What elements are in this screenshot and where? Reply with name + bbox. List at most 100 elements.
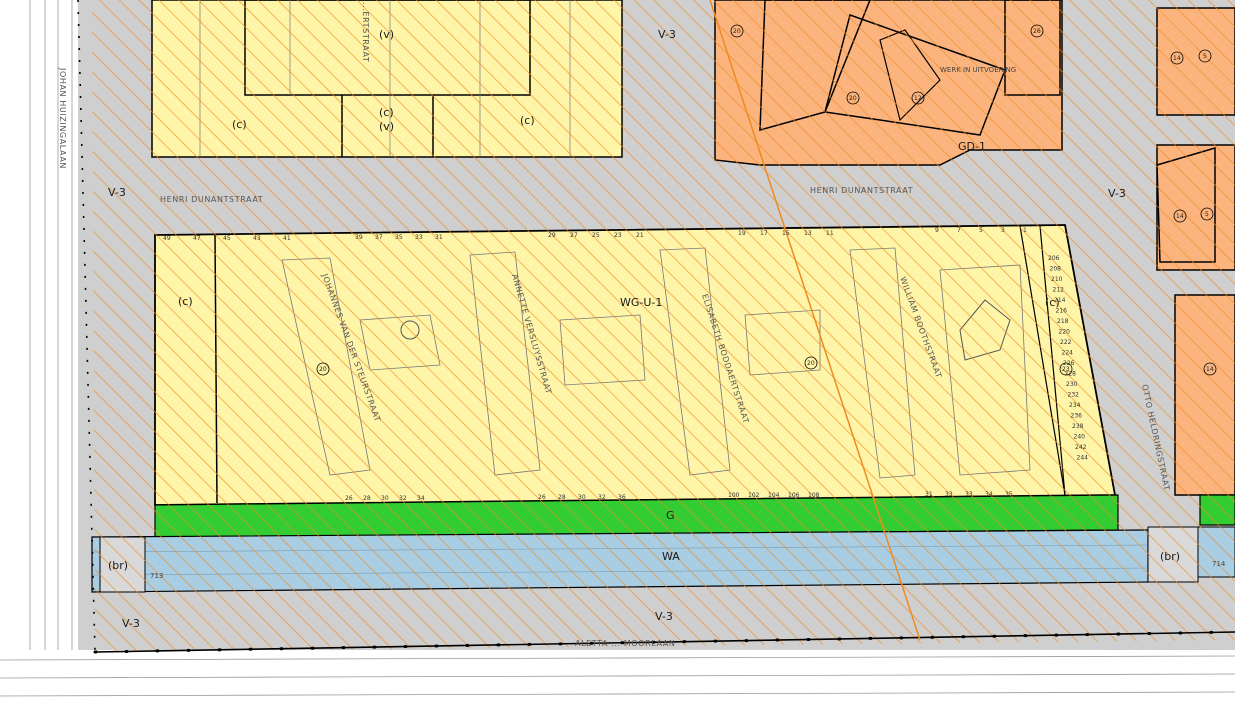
house-number: 236 [1071,413,1083,420]
house-number: 232 [1068,392,1080,399]
house-number: 5 [979,227,983,234]
zone-label-v-1: (v) [379,28,394,41]
house-number: 106 [788,492,800,499]
house-number: 230 [1066,381,1078,388]
house-number: 21 [636,232,644,239]
circle-top-4: 12 [914,95,922,102]
house-number: 39 [355,234,363,241]
zone-label-br-east: (br) [1160,550,1180,563]
zone-label-v-2: (v) [379,120,394,133]
house-number: 100 [728,492,740,499]
zone-label-v3-right: V-3 [1108,187,1126,200]
label-johan-huizinga: JOHAN HUIZINGALAAN [58,67,67,169]
house-number: 25 [592,232,600,239]
house-number: 206 [1048,255,1060,262]
house-number: 240 [1074,434,1086,441]
plot-number-713: 713 [150,572,163,580]
house-number: 15 [782,230,790,237]
house-number: 34 [985,491,993,498]
label-aletta-moorlaan: ALETTA ... MOORLAAN [575,639,675,648]
house-number: 108 [808,492,820,499]
zone-label-br-west: (br) [108,559,128,572]
house-number: 26 [538,494,546,501]
house-number: 27 [570,232,578,239]
house-number: 41 [283,235,291,242]
house-number: 234 [1069,402,1081,409]
house-number: 1 [1023,227,1027,234]
zone-label-v3-left: V-3 [108,186,126,199]
zone-label-gd: GD-1 [958,140,986,153]
house-number: 32 [399,495,407,502]
house-number: 26 [345,495,353,502]
house-number: 36 [618,494,626,501]
circle-top-1: 20 [733,28,741,35]
circle-right-5: 14 [1206,366,1214,373]
circle-top-3: 20 [849,95,857,102]
zone-label-green: G [666,509,675,522]
house-number: 226 [1063,360,1075,367]
label-henri-dunant-east: HENRI DUNANTSTRAAT [810,186,913,195]
circle-block-b: 20 [807,360,815,367]
house-number: 11 [826,230,834,237]
house-number: 35 [395,234,403,241]
house-number: 224 [1062,350,1074,357]
house-number: 19 [738,230,746,237]
house-number: 102 [748,492,760,499]
house-number: 242 [1075,444,1087,451]
house-number: 23 [614,232,622,239]
label-henri-dunant-west: HENRI DUNANTSTRAAT [160,195,263,204]
house-number: 13 [804,230,812,237]
note-werk-in-uitvoering: WERK IN UITVOERING [940,66,1016,74]
house-number: 244 [1077,455,1089,462]
circle-right-3: 14 [1176,213,1184,220]
house-number: 104 [768,492,780,499]
house-number: 33 [415,234,423,241]
house-number: 30 [578,494,586,501]
house-number: 30 [381,495,389,502]
house-number: 45 [223,235,231,242]
house-number: 43 [253,235,261,242]
house-number: 37 [375,234,383,241]
house-number: 33 [945,491,953,498]
house-number: 31 [925,491,933,498]
house-number: 216 [1056,308,1068,315]
circle-block-a: 20 [319,366,327,373]
house-number: 28 [558,494,566,501]
house-number: 28 [363,495,371,502]
circle-right-4: 5 [1205,211,1209,218]
house-number: 238 [1072,423,1084,430]
house-number: 210 [1051,276,1063,283]
zone-label-v3-top: V-3 [658,28,676,41]
house-number: 7 [957,227,961,234]
house-number: 34 [417,495,425,502]
zone-label-v3-bottom-left: V-3 [122,617,140,630]
zone-label-c-2: (c) [379,106,394,119]
zone-label-water: WA [662,550,680,563]
zone-label-c-1: (c) [232,118,247,131]
house-number: 49 [163,235,171,242]
zone-label-v3-bottom: V-3 [655,610,673,623]
house-number: 29 [548,232,556,239]
plot-number-714: 714 [1212,560,1226,568]
house-number: 47 [193,235,201,242]
house-number: 9 [935,227,939,234]
house-number: 33 [965,491,973,498]
zone-label-c-4: (c) [178,295,193,308]
zoning-plan-map: HENRI DUNANTSTRAAT HENRI DUNANTSTRAAT JO… [0,0,1235,714]
house-number: 35 [1005,491,1013,498]
house-number: 17 [760,230,768,237]
label-top-street: ...ERTSTRAAT [361,2,370,62]
house-number: 32 [598,494,606,501]
circle-right-2: 5 [1203,53,1207,60]
zone-label-wgu: WG-U-1 [620,296,662,309]
zone-label-c-3: (c) [520,114,535,127]
house-number: 3 [1001,227,1005,234]
circle-right-1: 14 [1173,55,1181,62]
house-number: 218 [1057,318,1069,325]
house-number: 214 [1054,297,1066,304]
house-number: 208 [1050,266,1062,273]
house-number: 222 [1060,339,1072,346]
house-number: 220 [1059,329,1071,336]
house-number: 228 [1065,371,1077,378]
house-number: 31 [435,234,443,241]
